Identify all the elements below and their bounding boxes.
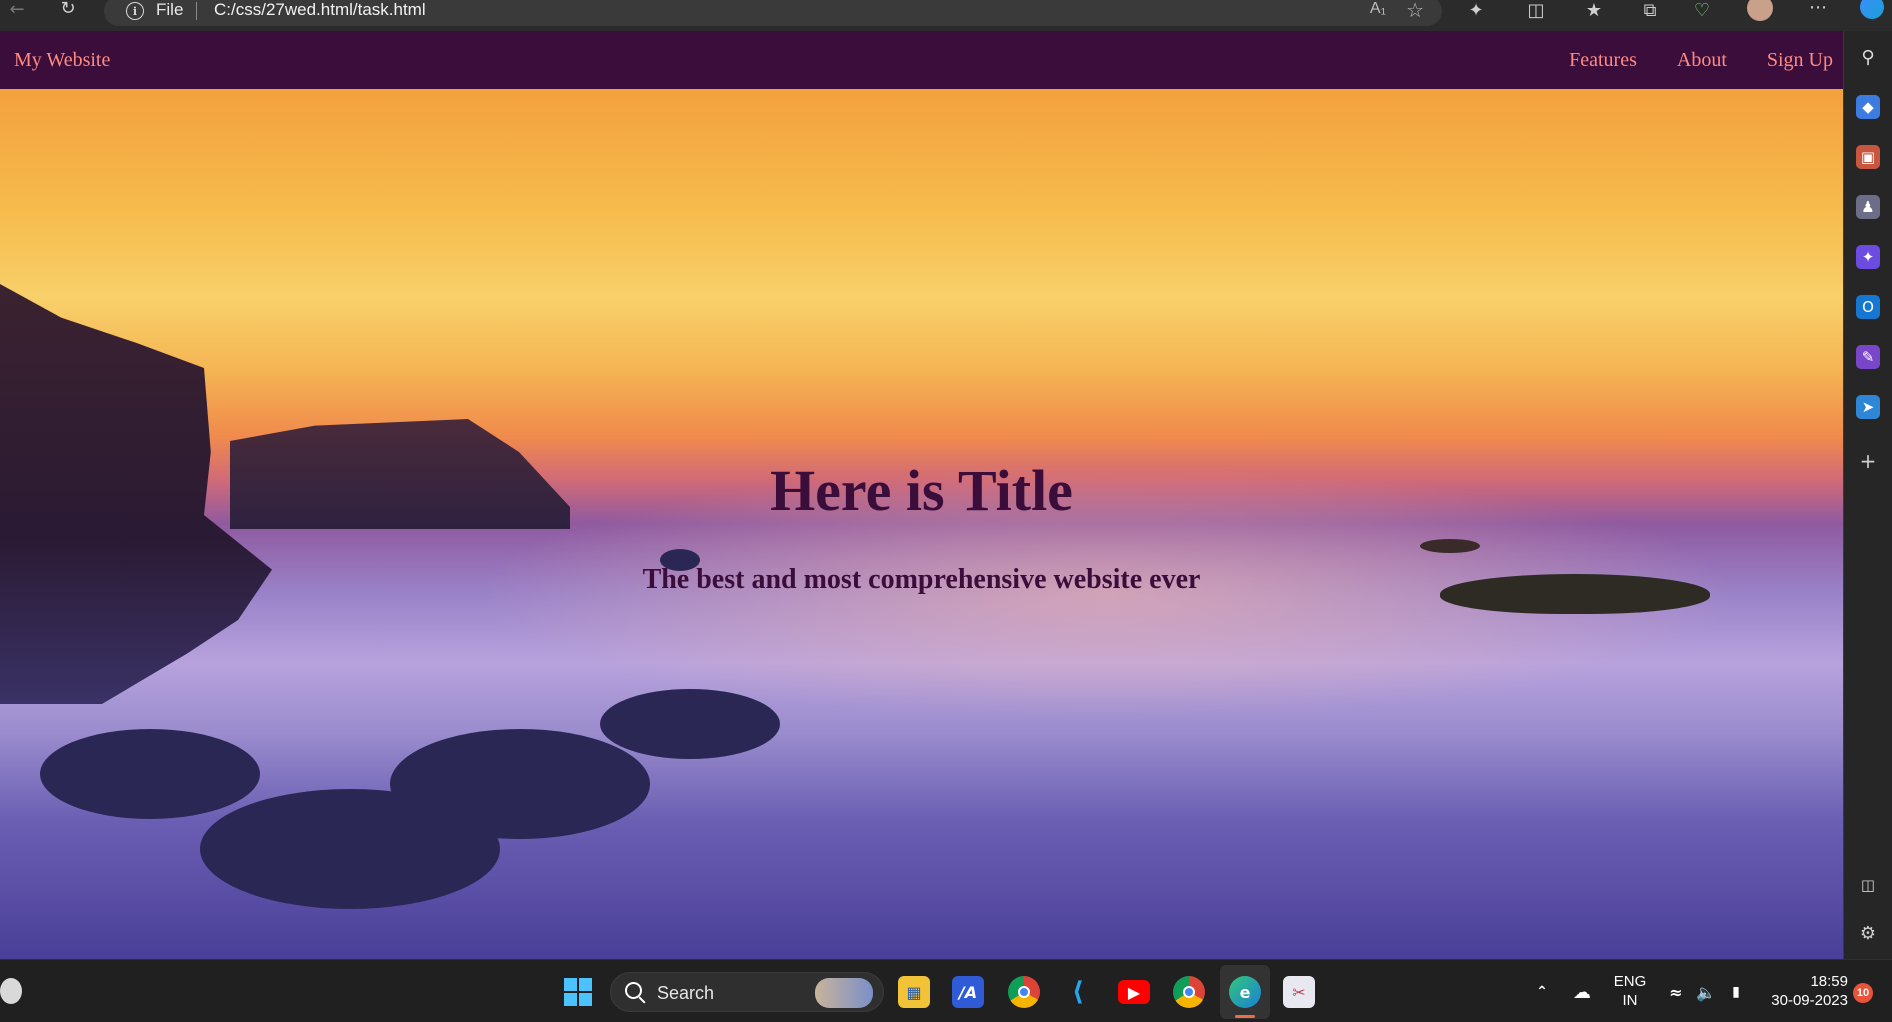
copilot-icon[interactable] bbox=[1858, 0, 1886, 19]
hero-subtitle: The best and most comprehensive website … bbox=[642, 564, 1201, 595]
rock-image-detail bbox=[1420, 539, 1480, 553]
language-indicator[interactable]: ENG IN bbox=[1610, 972, 1650, 1010]
more-icon[interactable]: ⋯ bbox=[1806, 0, 1830, 18]
language-code: ENG bbox=[1613, 973, 1647, 990]
back-arrow-icon[interactable]: ← bbox=[6, 0, 28, 20]
app-launcher-icon[interactable]: /A bbox=[952, 976, 984, 1008]
page-viewport: My Website Features About Sign Up Here i… bbox=[0, 31, 1843, 959]
notification-badge[interactable]: 10 bbox=[1853, 983, 1873, 1003]
address-scheme: File bbox=[156, 0, 184, 19]
designer-icon[interactable]: ✎ bbox=[1856, 345, 1880, 369]
sidebar-toggle-icon[interactable]: ◫ bbox=[1856, 873, 1880, 897]
chevron-up-icon[interactable]: ⌃ bbox=[1526, 976, 1558, 1008]
hero-section: Here is Title The best and most comprehe… bbox=[0, 89, 1843, 959]
collections-icon[interactable]: ⧉ bbox=[1638, 0, 1662, 21]
favorites-icon[interactable]: ★ bbox=[1582, 0, 1606, 21]
battery-icon[interactable]: ▮ bbox=[1720, 976, 1752, 1008]
hero-title: Here is Title bbox=[770, 458, 1073, 523]
search-highlight-icon bbox=[815, 978, 873, 1008]
address-bar[interactable]: i File C:/css/27wed.html/task.html A₁ ☆ bbox=[104, 0, 1442, 26]
nav-signup-link[interactable]: Sign Up bbox=[1767, 49, 1833, 72]
add-icon[interactable]: + bbox=[1856, 449, 1880, 473]
clock-time: 18:59 bbox=[1810, 973, 1848, 990]
clock-date: 30-09-2023 bbox=[1771, 992, 1848, 1009]
copilot-icon[interactable]: ✦ bbox=[1856, 245, 1880, 269]
send-icon[interactable]: ➤ bbox=[1856, 395, 1880, 419]
search-icon bbox=[625, 982, 642, 999]
rock-image-detail bbox=[40, 729, 260, 819]
outlook-icon[interactable]: O bbox=[1856, 295, 1880, 319]
start-icon[interactable] bbox=[562, 976, 594, 1008]
volume-icon[interactable]: 🔈 bbox=[1690, 976, 1722, 1008]
refresh-icon[interactable]: ↻ bbox=[56, 0, 80, 19]
active-indicator bbox=[1235, 1015, 1255, 1018]
onedrive-icon[interactable]: ☁ bbox=[1566, 976, 1598, 1008]
taskbar: Search ▦ /A ⟨ ▶ e ✂ ⌃ ☁ ENG IN ≈ 🔈 ▮ 18:… bbox=[0, 959, 1892, 1022]
briefcase-icon[interactable]: ▣ bbox=[1856, 145, 1880, 169]
rock-image-detail bbox=[390, 729, 650, 839]
nav-about-link[interactable]: About bbox=[1677, 49, 1727, 72]
site-nav-links: Features About Sign Up bbox=[1569, 49, 1833, 72]
tag-icon[interactable]: ◆ bbox=[1856, 95, 1880, 119]
youtube-icon[interactable]: ▶ bbox=[1118, 980, 1150, 1004]
games-icon[interactable]: ♟ bbox=[1856, 195, 1880, 219]
taskbar-search-label: Search bbox=[657, 983, 715, 1003]
extensions-icon[interactable]: ✦ bbox=[1464, 0, 1488, 21]
profile-icon[interactable] bbox=[1746, 0, 1774, 21]
taskbar-search[interactable]: Search bbox=[610, 972, 884, 1012]
snipping-tool-icon[interactable]: ✂ bbox=[1283, 976, 1315, 1008]
address-separator bbox=[196, 2, 197, 20]
region-code: IN bbox=[1622, 992, 1638, 1009]
rock-image-detail bbox=[600, 689, 780, 759]
wifi-icon[interactable]: ≈ bbox=[1660, 976, 1692, 1008]
clock[interactable]: 18:59 30-09-2023 bbox=[1762, 972, 1848, 1010]
chrome-icon[interactable] bbox=[1008, 976, 1040, 1008]
weather-icon[interactable] bbox=[0, 978, 22, 1004]
search-icon[interactable]: ⚲ bbox=[1856, 45, 1880, 69]
nav-features-link[interactable]: Features bbox=[1569, 49, 1637, 72]
vscode-icon[interactable]: ⟨ bbox=[1062, 976, 1094, 1008]
info-icon[interactable]: i bbox=[126, 2, 144, 20]
edge-icon[interactable]: e bbox=[1229, 976, 1261, 1008]
read-aloud-icon[interactable]: A₁ bbox=[1370, 0, 1386, 18]
favorite-star-icon[interactable]: ☆ bbox=[1406, 0, 1424, 22]
settings-icon[interactable]: ⚙ bbox=[1856, 921, 1880, 945]
chrome-icon[interactable] bbox=[1173, 976, 1205, 1008]
address-url[interactable]: C:/css/27wed.html/task.html bbox=[214, 0, 426, 20]
split-screen-icon[interactable]: ◫ bbox=[1524, 0, 1548, 21]
heartbeat-icon[interactable]: ♡ bbox=[1690, 0, 1714, 21]
site-navbar: My Website Features About Sign Up bbox=[0, 31, 1843, 89]
file-explorer-icon[interactable]: ▦ bbox=[898, 976, 930, 1008]
edge-sidebar: ⚲ ◆ ▣ ♟ ✦ O ✎ ➤ + ◫ ⚙ bbox=[1843, 31, 1892, 959]
browser-toolbar: ← ↻ i File C:/css/27wed.html/task.html A… bbox=[0, 0, 1892, 31]
site-brand-link[interactable]: My Website bbox=[14, 49, 110, 72]
